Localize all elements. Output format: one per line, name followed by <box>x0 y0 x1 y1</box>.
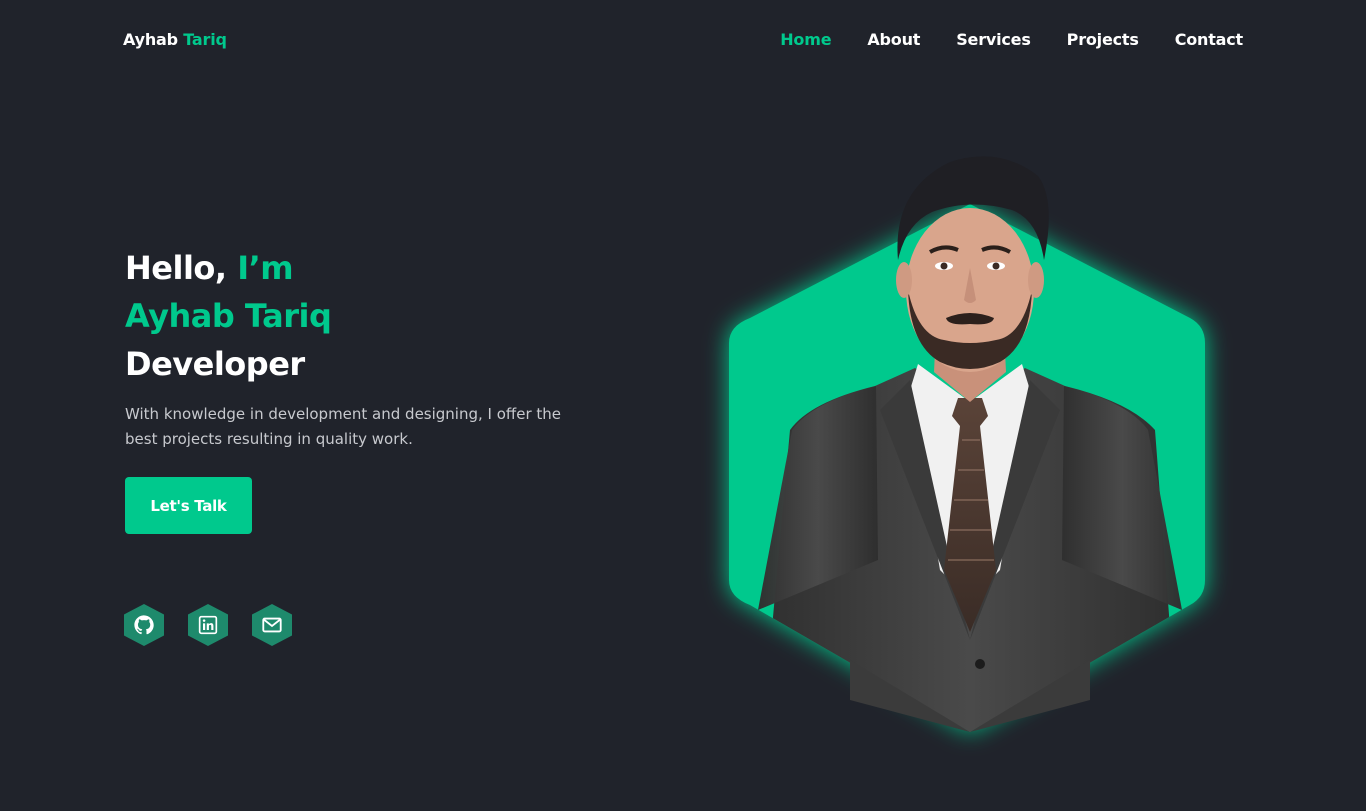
logo-last-name: Tariq <box>183 30 227 49</box>
greeting-text: Hello, <box>125 249 227 287</box>
linkedin-icon <box>198 615 218 635</box>
social-links <box>124 604 292 646</box>
lets-talk-button[interactable]: Let's Talk <box>125 477 252 534</box>
greeting-accent: I’m <box>237 249 294 287</box>
profile-photo <box>758 156 1182 732</box>
main-nav: Home About Services Projects Contact <box>780 30 1243 49</box>
hero-visual <box>700 140 1240 760</box>
hero-name: Ayhab Tariq <box>125 297 332 335</box>
hero-section: Hello, I’m Ayhab Tariq Developer With kn… <box>125 244 595 534</box>
hero-hexagon-portrait <box>729 156 1205 732</box>
github-link[interactable] <box>124 604 164 646</box>
logo-first-name: Ayhab <box>123 30 178 49</box>
nav-about[interactable]: About <box>867 30 920 49</box>
nav-contact[interactable]: Contact <box>1175 30 1244 49</box>
nav-home[interactable]: Home <box>780 30 831 49</box>
github-icon <box>134 615 154 635</box>
site-logo[interactable]: Ayhab Tariq <box>123 30 227 49</box>
linkedin-link[interactable] <box>188 604 228 646</box>
email-link[interactable] <box>252 604 292 646</box>
hero-greeting: Hello, I’m <box>125 244 595 292</box>
mail-icon <box>262 617 282 633</box>
portfolio-page: Ayhab Tariq Home About Services Projects… <box>0 0 1366 811</box>
hero-role: Developer <box>125 345 305 383</box>
nav-projects[interactable]: Projects <box>1067 30 1139 49</box>
hero-description: With knowledge in development and design… <box>125 405 562 448</box>
nav-services[interactable]: Services <box>956 30 1031 49</box>
